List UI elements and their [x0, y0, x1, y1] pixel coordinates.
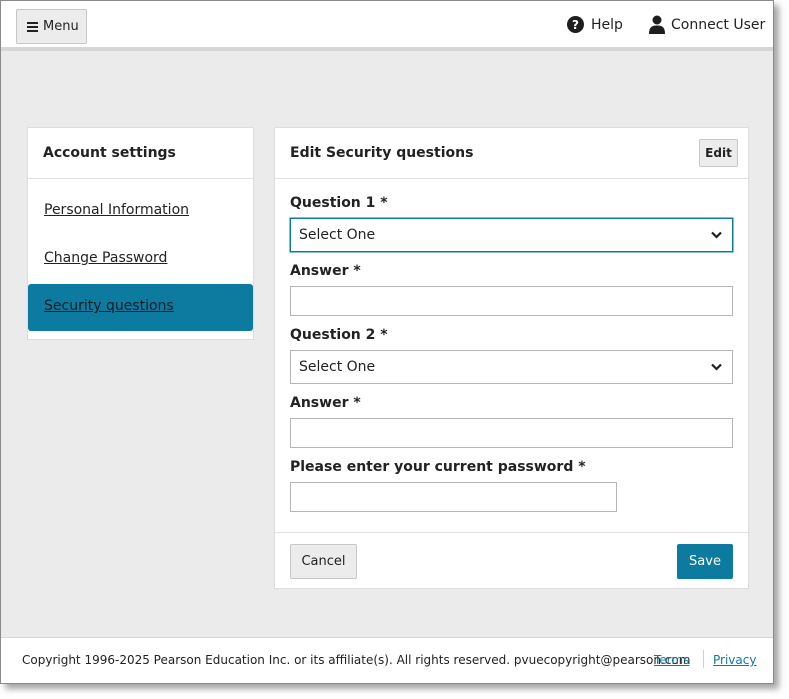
help-icon: ? [567, 16, 584, 33]
question2-value: Select One [299, 359, 376, 375]
footer-divider [703, 650, 704, 668]
account-settings-sidebar: Account settings Personal Information Ch… [27, 127, 254, 340]
current-password-input[interactable] [290, 482, 617, 512]
question1-select[interactable]: Select One [290, 218, 733, 252]
hamburger-icon [27, 21, 38, 32]
help-link[interactable]: ? Help [567, 16, 623, 33]
menu-button[interactable]: Menu [16, 9, 87, 44]
question2-select[interactable]: Select One [290, 350, 733, 384]
privacy-link[interactable]: Privacy [713, 653, 756, 667]
sidebar-item-personal-information[interactable]: Personal Information [28, 188, 253, 235]
answer1-label: Answer * [290, 263, 361, 279]
sidebar-title: Account settings [28, 128, 253, 179]
page-footer: Copyright 1996-2025 Pearson Education In… [1, 637, 773, 683]
save-button[interactable]: Save [677, 544, 733, 579]
card-header: Edit Security questions Edit [275, 128, 748, 179]
user-menu[interactable]: Connect User [649, 15, 765, 34]
edit-button[interactable]: Edit [699, 139, 738, 167]
top-bar: Menu ? Help Connect User [1, 1, 773, 51]
user-icon [649, 15, 665, 34]
card-title: Edit Security questions [290, 145, 474, 161]
chevron-down-icon [711, 231, 722, 239]
menu-label: Menu [43, 19, 79, 34]
question2-label: Question 2 * [290, 327, 388, 343]
app-window: Menu ? Help Connect User Account setting… [0, 0, 774, 684]
help-label: Help [591, 16, 623, 33]
question1-label: Question 1 * [290, 195, 388, 211]
copyright-text: Copyright 1996-2025 Pearson Education In… [22, 653, 691, 667]
sidebar-item-security-questions[interactable]: Security questions [28, 284, 253, 331]
sidebar-item-change-password[interactable]: Change Password [28, 236, 253, 283]
cancel-button[interactable]: Cancel [290, 544, 357, 579]
answer2-input[interactable] [290, 418, 733, 448]
user-label: Connect User [671, 16, 766, 33]
password-label: Please enter your current password * [290, 459, 586, 475]
answer1-input[interactable] [290, 286, 733, 316]
question1-value: Select One [299, 227, 376, 243]
terms-link[interactable]: Terms [654, 653, 689, 667]
answer2-label: Answer * [290, 395, 361, 411]
card-footer-divider [275, 532, 748, 533]
chevron-down-icon [711, 363, 722, 371]
security-questions-card: Edit Security questions Edit Question 1 … [274, 127, 749, 589]
